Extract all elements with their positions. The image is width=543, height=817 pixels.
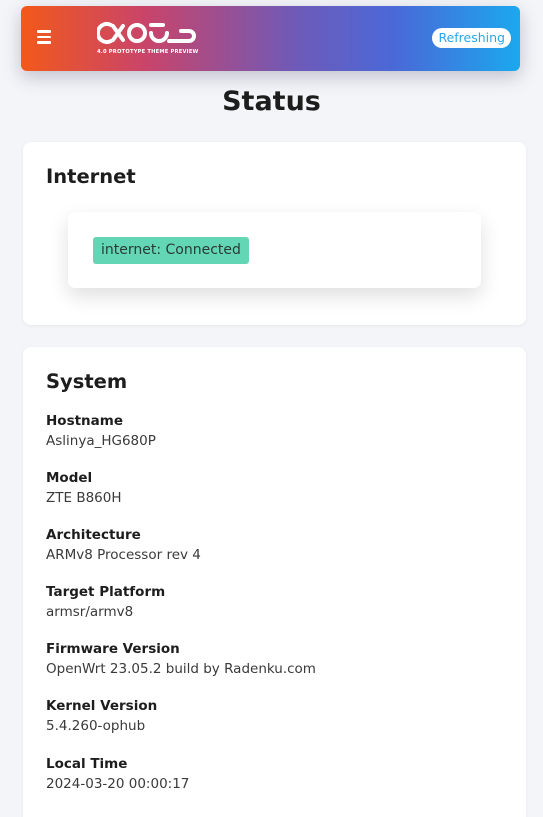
field-target-platform: Target Platform armsr/armv8 — [46, 584, 165, 620]
logo-subtitle: 4.0 PROTOTYPE THEME PREVIEW — [97, 49, 199, 55]
field-label: Target Platform — [46, 584, 166, 600]
field-value: Aslinya_HG680P — [46, 433, 156, 449]
field-architecture: Architecture ARMv8 Processor rev 4 — [46, 527, 201, 563]
system-card-title: System — [46, 370, 128, 393]
field-label: Model — [46, 470, 93, 486]
internet-status-panel: internet: Connected — [68, 212, 481, 288]
field-label: Architecture — [46, 527, 141, 543]
field-hostname: Hostname Aslinya_HG680P — [46, 413, 156, 449]
field-label: Firmware Version — [46, 641, 180, 657]
page-title: Status — [222, 86, 321, 117]
field-value: ZTE B860H — [46, 490, 122, 506]
app-logo[interactable]: 4.0 PROTOTYPE THEME PREVIEW — [95, 19, 207, 59]
field-value: 5.4.260-ophub — [46, 718, 146, 734]
internet-card-title: Internet — [46, 165, 136, 188]
internet-card: Internet internet: Connected — [23, 142, 526, 325]
field-value: ARMv8 Processor rev 4 — [46, 547, 201, 563]
field-value: armsr/armv8 — [46, 604, 134, 620]
field-local-time: Local Time 2024-03-20 00:00:17 — [46, 756, 189, 792]
field-kernel-version: Kernel Version 5.4.260-ophub — [46, 698, 157, 734]
system-card: System Hostname Aslinya_HG680P Model ZTE… — [23, 347, 526, 817]
field-firmware-version: Firmware Version OpenWrt 23.05.2 build b… — [46, 641, 316, 677]
menu-icon[interactable] — [37, 30, 51, 44]
logo-mark-icon — [95, 22, 196, 44]
refreshing-badge[interactable]: Refreshing — [432, 28, 511, 48]
internet-status-badge: internet: Connected — [93, 237, 249, 264]
field-label: Local Time — [46, 756, 128, 772]
field-label: Kernel Version — [46, 698, 158, 714]
field-model: Model ZTE B860H — [46, 470, 122, 506]
field-label: Hostname — [46, 413, 124, 429]
top-header: 4.0 PROTOTYPE THEME PREVIEW Refreshing — [21, 6, 520, 71]
field-value: 2024-03-20 00:00:17 — [46, 776, 190, 792]
field-value: OpenWrt 23.05.2 build by Radenku.com — [46, 661, 316, 677]
